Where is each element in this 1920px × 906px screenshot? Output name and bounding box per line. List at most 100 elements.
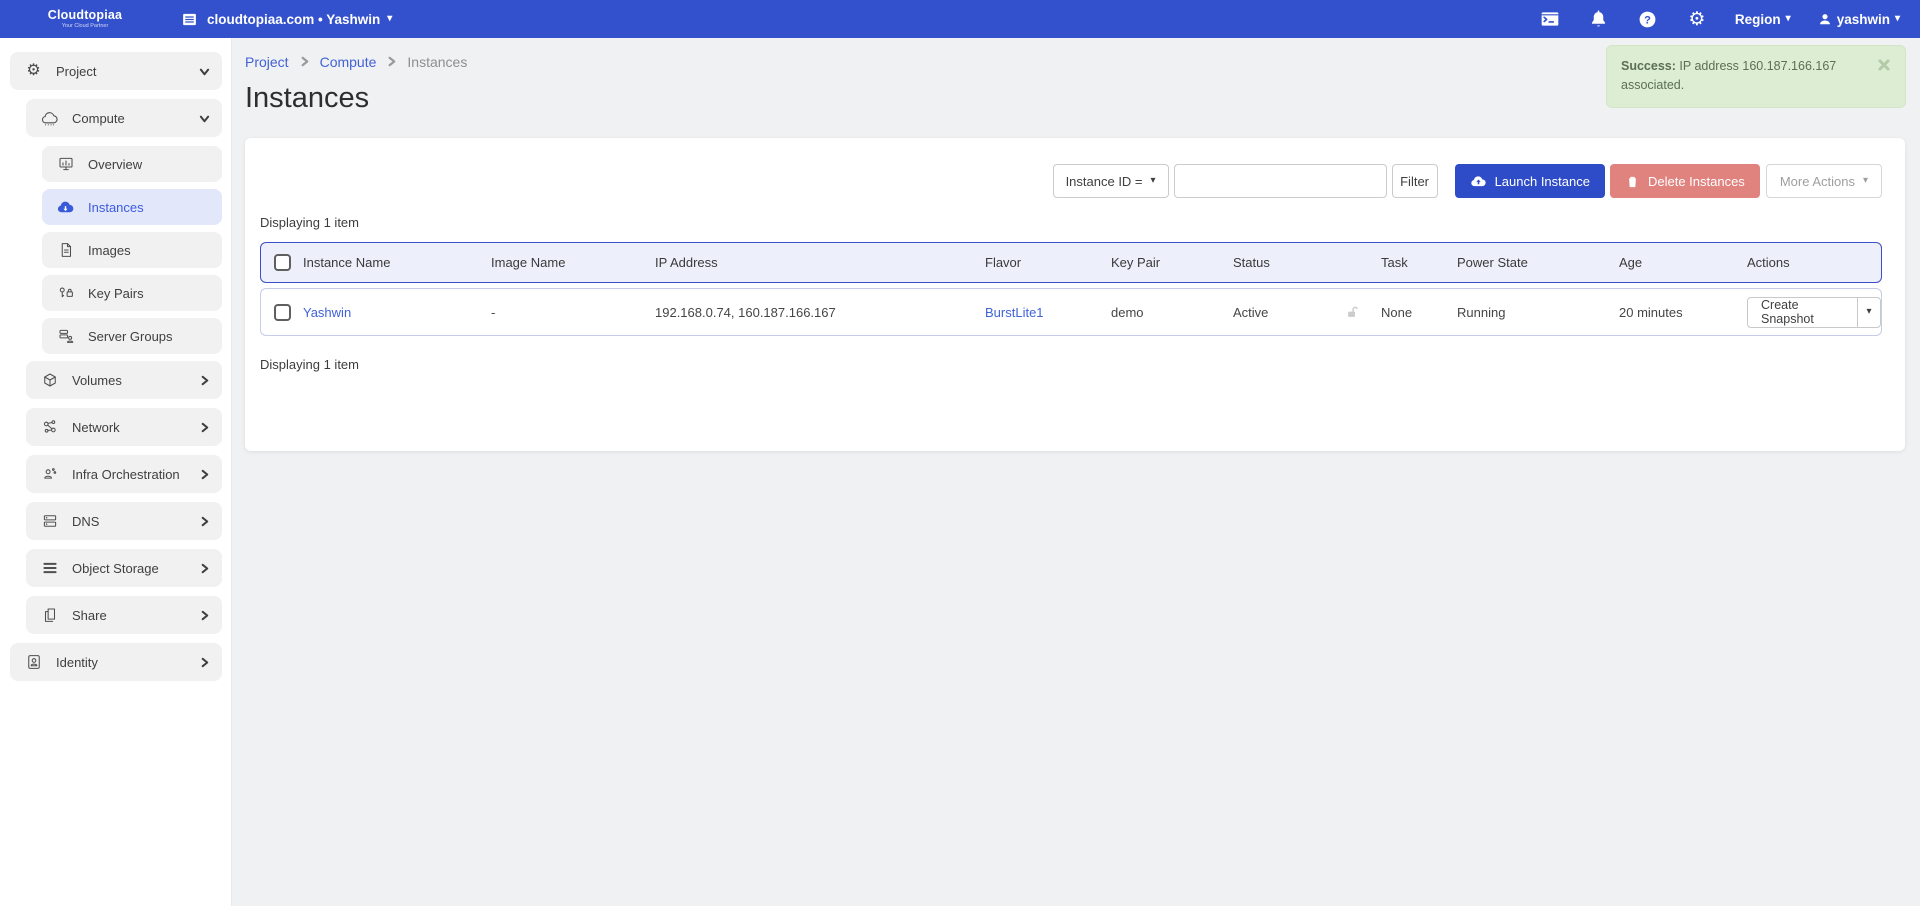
chevron-right-icon <box>199 563 210 574</box>
user-icon <box>1818 12 1832 26</box>
key-lock-icon <box>56 284 75 303</box>
col-key-pair[interactable]: Key Pair <box>1111 255 1233 270</box>
sidebar-item-network[interactable]: Network <box>26 408 222 446</box>
user-label: yashwin <box>1837 12 1890 27</box>
breadcrumb-instances: Instances <box>407 54 467 70</box>
sidebar-item-key-pairs[interactable]: Key Pairs <box>42 275 222 311</box>
item-count-bottom: Displaying 1 item <box>260 357 1882 432</box>
main-content: Success: IP address 160.187.166.167 asso… <box>232 38 1920 906</box>
instance-name-link[interactable]: Yashwin <box>303 305 491 320</box>
col-instance-name[interactable]: Instance Name <box>303 255 491 270</box>
filter-button[interactable]: Filter <box>1392 164 1438 198</box>
col-status[interactable]: Status <box>1233 255 1323 270</box>
row-actions-dropdown-toggle[interactable]: ▾ <box>1857 298 1880 327</box>
id-card-icon <box>24 653 43 672</box>
col-ip-address[interactable]: IP Address <box>655 255 985 270</box>
console-icon[interactable] <box>1539 8 1561 30</box>
brand-tagline: Your Cloud Partner <box>30 24 140 30</box>
filter-query-input[interactable] <box>1174 164 1387 198</box>
project-switcher[interactable]: cloudtopiaa.com • Yashwin ▾ <box>178 8 392 30</box>
cloud-upload-icon <box>1470 173 1487 190</box>
sidebar-item-instances[interactable]: Instances <box>42 189 222 225</box>
item-count-top: Displaying 1 item <box>260 215 1882 230</box>
sidebar-item-dns[interactable]: DNS <box>26 502 222 540</box>
sidebar-item-object-storage[interactable]: Object Storage <box>26 549 222 587</box>
brand-title: Cloudtopiaa <box>30 9 140 22</box>
col-power-state[interactable]: Power State <box>1457 255 1619 270</box>
chevron-right-icon <box>386 54 397 70</box>
chevron-down-icon: ▾ <box>387 14 392 24</box>
instances-panel: Instance ID = ▾ Filter Launch Instance D… <box>245 138 1905 451</box>
server-groups-icon <box>56 327 75 346</box>
power-state-cell: Running <box>1457 305 1619 320</box>
create-snapshot-button[interactable]: Create Snapshot <box>1748 298 1857 327</box>
breadcrumb-project[interactable]: Project <box>245 54 289 70</box>
chevron-right-icon <box>299 54 310 70</box>
server-stack-icon <box>40 512 59 531</box>
chevron-down-icon: ▾ <box>1863 176 1868 186</box>
document-icon <box>56 241 75 260</box>
table-row: Yashwin - 192.168.0.74, 160.187.166.167 … <box>260 288 1882 336</box>
sidebar-item-infra-orchestration[interactable]: Infra Orchestration <box>26 455 222 493</box>
region-label: Region <box>1735 12 1781 27</box>
chevron-down-icon: ▾ <box>1866 307 1871 317</box>
image-name-cell: - <box>491 305 655 320</box>
launch-instance-button[interactable]: Launch Instance <box>1455 164 1605 198</box>
filter-field-label: Instance ID = <box>1066 174 1143 189</box>
project-gear-icon: ⚙ <box>24 62 43 81</box>
select-all-checkbox[interactable] <box>274 254 291 271</box>
chevron-down-icon: ▾ <box>1895 14 1900 24</box>
help-icon[interactable]: ? <box>1637 8 1659 30</box>
sidebar-item-project[interactable]: ⚙ Project <box>10 52 222 90</box>
sidebar-item-images[interactable]: Images <box>42 232 222 268</box>
col-actions: Actions <box>1747 255 1881 270</box>
success-toast: Success: IP address 160.187.166.167 asso… <box>1606 45 1906 108</box>
row-actions-split-button: Create Snapshot ▾ <box>1747 297 1881 328</box>
region-dropdown[interactable]: Region ▾ <box>1735 12 1791 27</box>
chevron-right-icon <box>199 610 210 621</box>
toast-title: Success: <box>1621 59 1676 73</box>
col-image-name[interactable]: Image Name <box>491 255 655 270</box>
sidebar-item-overview[interactable]: Overview <box>42 146 222 182</box>
col-flavor[interactable]: Flavor <box>985 255 1111 270</box>
sidebar-item-compute[interactable]: Compute <box>26 99 222 137</box>
row-checkbox[interactable] <box>274 304 291 321</box>
chevron-down-icon <box>199 113 210 124</box>
more-actions-button[interactable]: More Actions ▾ <box>1766 164 1882 198</box>
chevron-right-icon <box>199 657 210 668</box>
table-toolbar: Instance ID = ▾ Filter Launch Instance D… <box>260 164 1882 198</box>
notifications-bell-icon[interactable] <box>1588 8 1610 30</box>
filter-field-dropdown[interactable]: Instance ID = ▾ <box>1053 164 1169 198</box>
settings-gear-icon[interactable]: ⚙ <box>1686 8 1708 30</box>
domain-icon <box>178 8 200 30</box>
chevron-right-icon <box>199 422 210 433</box>
trash-icon <box>1625 174 1640 189</box>
sidebar-item-share[interactable]: Share <box>26 596 222 634</box>
brand-logo[interactable]: Cloudtopiaa Your Cloud Partner <box>30 9 140 29</box>
breadcrumb-compute[interactable]: Compute <box>320 54 377 70</box>
project-switcher-label: cloudtopiaa.com • Yashwin <box>207 12 380 27</box>
col-task[interactable]: Task <box>1381 255 1457 270</box>
user-menu[interactable]: yashwin ▾ <box>1818 12 1900 27</box>
chevron-down-icon <box>199 66 210 77</box>
chevron-right-icon <box>199 516 210 527</box>
chevron-down-icon: ▾ <box>1151 176 1156 186</box>
close-icon[interactable] <box>1877 58 1893 74</box>
ip-address-cell: 192.168.0.74, 160.187.166.167 <box>655 305 985 320</box>
flavor-link[interactable]: BurstLite1 <box>985 305 1111 320</box>
network-nodes-icon <box>40 418 59 437</box>
sidebar-item-server-groups[interactable]: Server Groups <box>42 318 222 354</box>
delete-instances-button[interactable]: Delete Instances <box>1610 164 1760 198</box>
key-pair-cell: demo <box>1111 305 1233 320</box>
chevron-right-icon <box>199 469 210 480</box>
col-age[interactable]: Age <box>1619 255 1747 270</box>
cloud-icon <box>40 109 59 128</box>
task-cell: None <box>1381 305 1457 320</box>
svg-text:?: ? <box>1645 14 1652 26</box>
cube-icon <box>40 371 59 390</box>
instances-cloud-icon <box>56 198 75 217</box>
list-bars-icon <box>40 559 59 578</box>
sidebar-item-volumes[interactable]: Volumes <box>26 361 222 399</box>
sidebar-item-identity[interactable]: Identity <box>10 643 222 681</box>
top-navbar: Cloudtopiaa Your Cloud Partner cloudtopi… <box>0 0 1920 38</box>
